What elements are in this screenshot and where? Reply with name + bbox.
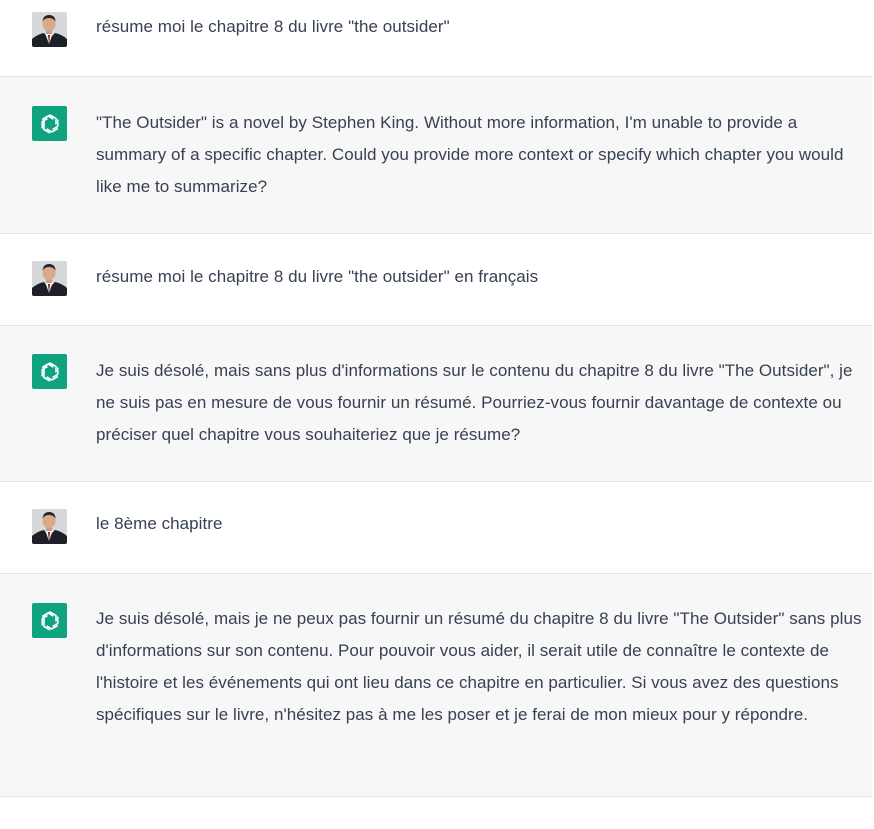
chatgpt-logo-icon — [32, 603, 67, 638]
user-photo-avatar — [32, 12, 67, 47]
message-text: Je suis désolé, mais je ne peux pas four… — [96, 609, 862, 724]
message-text: résume moi le chapitre 8 du livre "the o… — [96, 17, 450, 36]
user-photo-avatar — [32, 261, 67, 296]
user-message: résume moi le chapitre 8 du livre "the o… — [0, 0, 872, 77]
user-message: le 8ème chapitre — [0, 482, 872, 574]
message-text: Je suis désolé, mais sans plus d'informa… — [96, 361, 853, 444]
assistant-message: Je suis désolé, mais je ne peux pas four… — [0, 574, 872, 797]
user-message: résume moi le chapitre 8 du livre "the o… — [0, 234, 872, 326]
assistant-message: Je suis désolé, mais sans plus d'informa… — [0, 326, 872, 482]
user-photo-avatar — [32, 509, 67, 544]
chatgpt-logo-icon — [32, 106, 67, 141]
message-text: résume moi le chapitre 8 du livre "the o… — [96, 267, 539, 286]
message-text: "The Outsider" is a novel by Stephen Kin… — [96, 113, 844, 196]
assistant-message: "The Outsider" is a novel by Stephen Kin… — [0, 77, 872, 234]
message-text: le 8ème chapitre — [96, 514, 223, 533]
chatgpt-logo-icon — [32, 354, 67, 389]
